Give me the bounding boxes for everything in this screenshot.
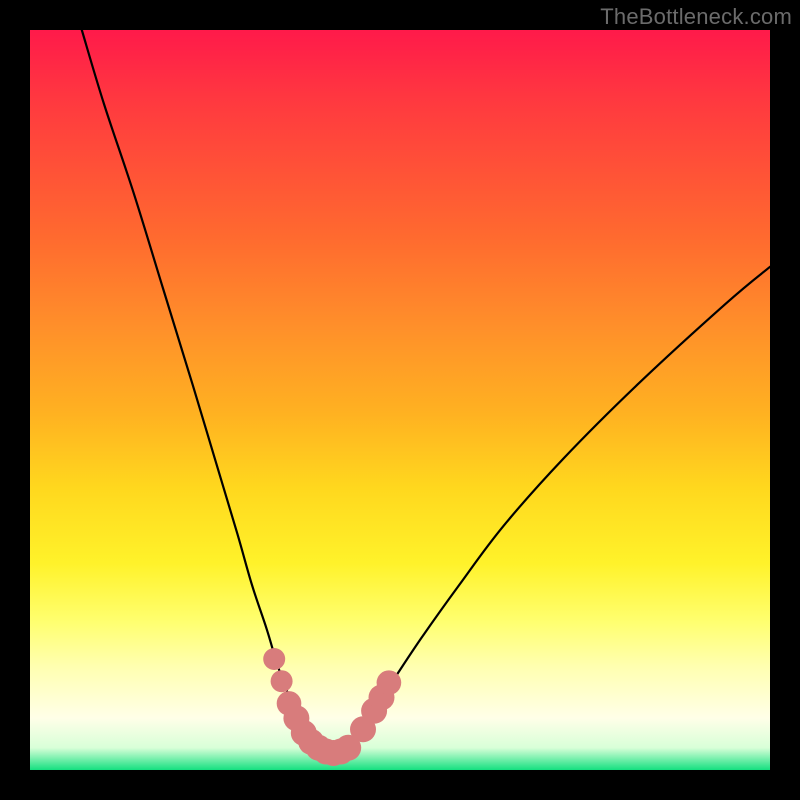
curve-svg xyxy=(30,30,770,770)
curve-marker xyxy=(271,670,293,692)
watermark-text: TheBottleneck.com xyxy=(600,4,792,30)
chart-frame: TheBottleneck.com xyxy=(0,0,800,800)
plot-area xyxy=(30,30,770,770)
curve-marker xyxy=(377,670,402,695)
curve-marker xyxy=(263,648,285,670)
bottleneck-curve xyxy=(82,30,770,754)
curve-markers xyxy=(263,648,401,766)
